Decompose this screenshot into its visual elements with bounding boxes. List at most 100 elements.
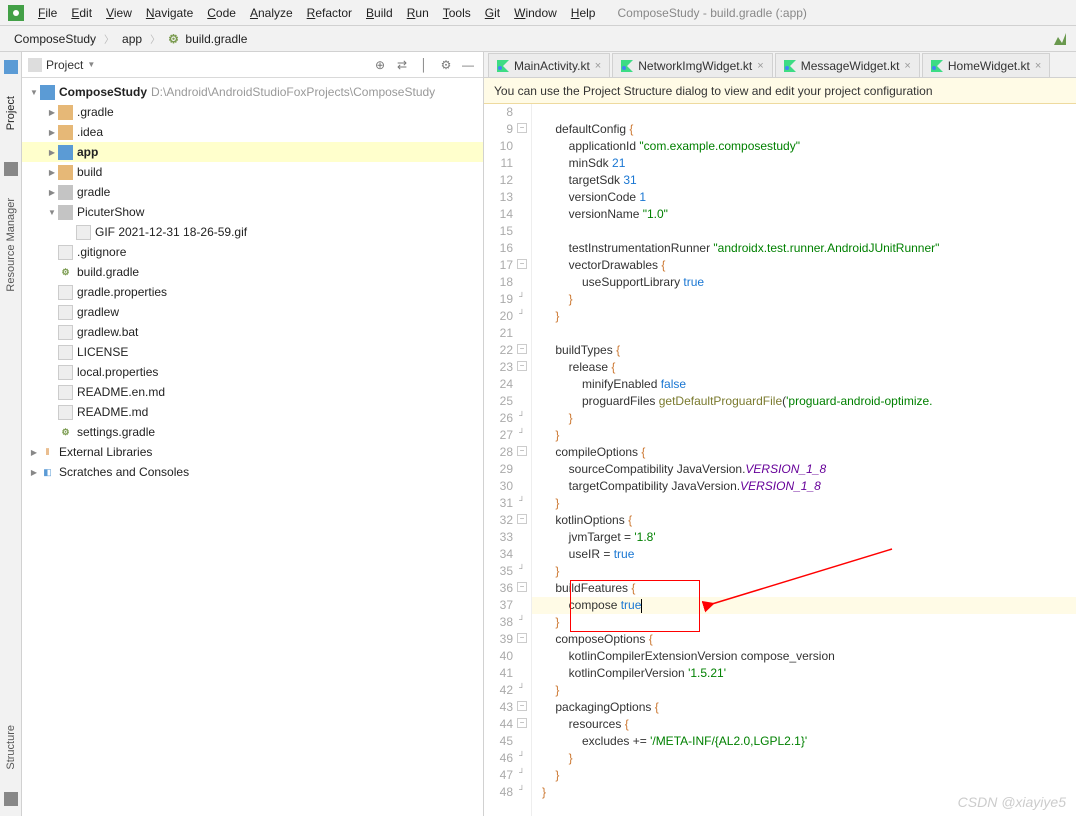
collapse-arrow-icon[interactable]: ▼ [46, 208, 58, 217]
code-line[interactable]: kotlinCompilerExtensionVersion compose_v… [532, 648, 1076, 665]
expand-arrow-icon[interactable]: ▶ [46, 188, 58, 197]
dropdown-icon[interactable]: ▼ [87, 60, 95, 69]
tree-row[interactable]: ·GIF 2021-12-31 18-26-59.gif [22, 222, 483, 242]
code-line[interactable]: vectorDrawables { [532, 257, 1076, 274]
code-line[interactable]: minSdk 21 [532, 155, 1076, 172]
code-line[interactable]: targetCompatibility JavaVersion.VERSION_… [532, 478, 1076, 495]
code-content[interactable]: defaultConfig { applicationId "com.examp… [532, 104, 1076, 816]
expand-all-icon[interactable]: ⇄ [393, 56, 411, 74]
code-line[interactable]: proguardFiles getDefaultProguardFile('pr… [532, 393, 1076, 410]
tool-tab-structure[interactable]: Structure [5, 721, 17, 774]
code-line[interactable]: } [532, 563, 1076, 580]
code-line[interactable]: } [532, 750, 1076, 767]
menu-item[interactable]: Tools [437, 4, 477, 22]
close-tab-icon[interactable]: × [595, 60, 601, 72]
structure-icon[interactable] [4, 792, 18, 806]
tree-row[interactable]: ·.gitignore [22, 242, 483, 262]
code-line[interactable]: jvmTarget = '1.8' [532, 529, 1076, 546]
tree-row[interactable]: ▶◧Scratches and Consoles [22, 462, 483, 482]
menu-item[interactable]: Build [360, 4, 399, 22]
project-tree[interactable]: ▼ComposeStudyD:\Android\AndroidStudioFox… [22, 78, 483, 486]
tree-row[interactable]: ·README.md [22, 402, 483, 422]
code-line[interactable]: } [532, 308, 1076, 325]
menu-item[interactable]: Window [508, 4, 563, 22]
code-line[interactable]: useSupportLibrary true [532, 274, 1076, 291]
editor-tab[interactable]: MainActivity.kt× [488, 53, 610, 77]
menu-item[interactable]: Navigate [140, 4, 199, 22]
fold-toggle-icon[interactable]: − [517, 123, 527, 133]
fold-toggle-icon[interactable]: − [517, 701, 527, 711]
menu-item[interactable]: Run [401, 4, 435, 22]
breadcrumb[interactable]: ⚙ build.gradle [162, 30, 253, 48]
tree-row[interactable]: ▶gradle [22, 182, 483, 202]
menu-item[interactable]: Help [565, 4, 602, 22]
tree-row[interactable]: ·gradlew.bat [22, 322, 483, 342]
tree-row[interactable]: ▶.idea [22, 122, 483, 142]
code-line[interactable]: minifyEnabled false [532, 376, 1076, 393]
tree-row[interactable]: ·gradlew [22, 302, 483, 322]
code-line[interactable]: versionName "1.0" [532, 206, 1076, 223]
code-line[interactable]: } [532, 784, 1076, 801]
menu-item[interactable]: View [100, 4, 138, 22]
fold-toggle-icon[interactable]: − [517, 718, 527, 728]
tree-row[interactable]: ▼ComposeStudyD:\Android\AndroidStudioFox… [22, 82, 483, 102]
code-line[interactable]: kotlinCompilerVersion '1.5.21' [532, 665, 1076, 682]
fold-toggle-icon[interactable]: − [517, 514, 527, 524]
tree-row[interactable]: ▶.gradle [22, 102, 483, 122]
editor-tab[interactable]: HomeWidget.kt× [922, 53, 1050, 77]
breadcrumb[interactable]: ComposeStudy [8, 30, 102, 48]
code-line[interactable]: } [532, 291, 1076, 308]
menu-item[interactable]: Git [479, 4, 506, 22]
menu-item[interactable]: Edit [65, 4, 98, 22]
menu-item[interactable]: Code [201, 4, 242, 22]
code-line[interactable]: } [532, 410, 1076, 427]
code-line[interactable]: defaultConfig { [532, 121, 1076, 138]
tree-row[interactable]: ·⚙build.gradle [22, 262, 483, 282]
code-line[interactable]: } [532, 495, 1076, 512]
collapse-arrow-icon[interactable]: ▼ [28, 88, 40, 97]
code-line[interactable] [532, 325, 1076, 342]
collapse-all-icon[interactable]: │ [415, 56, 433, 74]
select-opened-file-icon[interactable]: ⊕ [371, 56, 389, 74]
code-line[interactable]: compileOptions { [532, 444, 1076, 461]
settings-gear-icon[interactable]: ⚙ [437, 56, 455, 74]
tree-row[interactable]: ▶build [22, 162, 483, 182]
code-line[interactable]: buildFeatures { [532, 580, 1076, 597]
breadcrumb[interactable]: app [116, 30, 148, 48]
code-line[interactable]: applicationId "com.example.composestudy" [532, 138, 1076, 155]
expand-arrow-icon[interactable]: ▶ [46, 128, 58, 137]
fold-toggle-icon[interactable]: − [517, 633, 527, 643]
tree-row[interactable]: ·LICENSE [22, 342, 483, 362]
code-line[interactable]: sourceCompatibility JavaVersion.VERSION_… [532, 461, 1076, 478]
tree-row[interactable]: ·gradle.properties [22, 282, 483, 302]
code-line[interactable]: } [532, 767, 1076, 784]
code-line[interactable]: resources { [532, 716, 1076, 733]
code-line[interactable]: packagingOptions { [532, 699, 1076, 716]
menu-item[interactable]: Refactor [301, 4, 358, 22]
expand-arrow-icon[interactable]: ▶ [46, 168, 58, 177]
code-line[interactable]: } [532, 614, 1076, 631]
tree-row[interactable]: ▶⫴External Libraries [22, 442, 483, 462]
code-line[interactable]: excludes += '/META-INF/{AL2.0,LGPL2.1}' [532, 733, 1076, 750]
project-tool-icon[interactable] [4, 60, 18, 74]
code-line[interactable] [532, 104, 1076, 121]
code-line[interactable]: testInstrumentationRunner "androidx.test… [532, 240, 1076, 257]
notification-bar[interactable]: You can use the Project Structure dialog… [484, 78, 1076, 104]
code-line[interactable]: versionCode 1 [532, 189, 1076, 206]
tree-row[interactable]: ·README.en.md [22, 382, 483, 402]
resource-manager-icon[interactable] [4, 162, 18, 176]
build-icon[interactable] [1052, 31, 1068, 47]
expand-arrow-icon[interactable]: ▶ [46, 148, 58, 157]
code-line[interactable]: } [532, 682, 1076, 699]
code-area[interactable]: 89−1011121314151617−1819┘20┘2122−23−2425… [484, 104, 1076, 816]
code-line[interactable]: } [532, 427, 1076, 444]
code-line[interactable]: useIR = true [532, 546, 1076, 563]
editor-tab[interactable]: NetworkImgWidget.kt× [612, 53, 772, 77]
code-line[interactable]: kotlinOptions { [532, 512, 1076, 529]
close-tab-icon[interactable]: × [1035, 60, 1041, 72]
code-line[interactable] [532, 223, 1076, 240]
tree-row[interactable]: ▶app [22, 142, 483, 162]
code-line[interactable]: buildTypes { [532, 342, 1076, 359]
tool-tab-project[interactable]: Project [5, 92, 17, 134]
expand-arrow-icon[interactable]: ▶ [46, 108, 58, 117]
